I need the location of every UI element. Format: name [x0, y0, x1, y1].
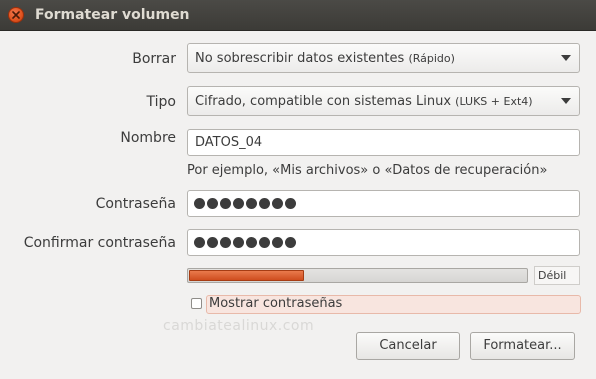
password-strength-label: Débil	[534, 266, 580, 285]
password-dot	[285, 198, 296, 209]
name-field[interactable]: DATOS_04	[187, 129, 580, 156]
password-dot	[207, 237, 218, 248]
password-strength-bar	[187, 268, 528, 283]
erase-value: No sobrescribir datos existentes (Rápido…	[195, 51, 455, 66]
password-strength-fill	[189, 270, 304, 281]
cancel-button[interactable]: Cancelar	[356, 332, 460, 360]
name-value: DATOS_04	[195, 135, 263, 150]
password-dot	[207, 198, 218, 209]
password-mask	[194, 198, 296, 209]
erase-label: Borrar	[132, 51, 176, 67]
close-icon	[12, 11, 20, 19]
confirm-password-label: Confirmar contraseña	[23, 235, 176, 251]
show-passwords-checkbox[interactable]	[191, 298, 202, 309]
title-bar: Formatear volumen	[0, 0, 596, 31]
password-dot	[233, 237, 244, 248]
password-dot	[220, 198, 231, 209]
close-button[interactable]	[8, 7, 24, 23]
window-title: Formatear volumen	[35, 7, 190, 23]
password-dot	[220, 237, 231, 248]
password-dot	[233, 198, 244, 209]
password-label: Contraseña	[95, 196, 176, 212]
erase-combo[interactable]: No sobrescribir datos existentes (Rápido…	[187, 43, 580, 73]
password-dot	[194, 237, 205, 248]
triangle-down-icon	[561, 98, 571, 104]
password-dot	[259, 198, 270, 209]
format-button[interactable]: Formatear...	[470, 332, 575, 360]
password-dot	[272, 237, 283, 248]
confirm-password-field[interactable]	[187, 229, 580, 256]
confirm-password-mask	[194, 237, 296, 248]
type-label: Tipo	[146, 94, 176, 110]
type-combo[interactable]: Cifrado, compatible con sistemas Linux (…	[187, 86, 580, 116]
password-dot	[259, 237, 270, 248]
show-passwords-label[interactable]: Mostrar contraseñas	[209, 296, 342, 311]
password-dot	[246, 198, 257, 209]
password-dot	[246, 237, 257, 248]
password-dot	[194, 198, 205, 209]
watermark: cambiatealinux.com	[163, 318, 315, 334]
password-dot	[285, 237, 296, 248]
name-label: Nombre	[120, 130, 176, 146]
password-dot	[272, 198, 283, 209]
type-value: Cifrado, compatible con sistemas Linux (…	[195, 94, 533, 109]
name-hint: Por ejemplo, «Mis archivos» o «Datos de …	[187, 163, 548, 178]
password-field[interactable]	[187, 190, 580, 217]
triangle-down-icon	[561, 55, 571, 61]
